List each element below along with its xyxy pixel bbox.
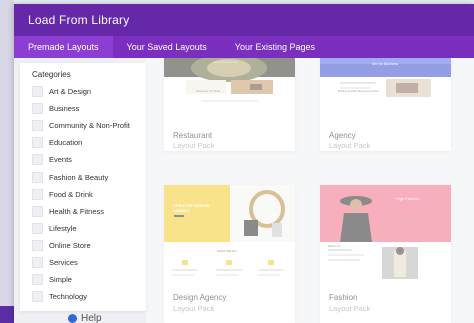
layout-type: Layout Pack <box>329 304 371 313</box>
design-agency-thumbnail-image <box>164 185 295 286</box>
category-label: Simple <box>49 275 72 285</box>
thumbnail-heading: High Fashion <box>396 196 420 201</box>
category-checkbox[interactable] <box>32 103 43 115</box>
category-events[interactable]: Events <box>32 151 146 168</box>
layout-name: Agency <box>329 131 356 140</box>
category-label: Events <box>49 155 72 165</box>
thumbnail-subheading: About Us <box>328 244 341 248</box>
help-label: Help <box>81 313 102 323</box>
category-label: Food & Drink <box>49 189 93 199</box>
category-community-non-profit[interactable]: Community & Non-Profit <box>32 117 146 134</box>
category-label: Business <box>49 104 80 114</box>
category-checkbox[interactable] <box>32 239 43 251</box>
thumbnail-subheading: Welcome To Stark <box>196 89 221 93</box>
layout-name: Design Agency <box>173 293 227 302</box>
category-checkbox[interactable] <box>32 188 43 200</box>
thumbnail-subheading: Building Scalable Businesses Online <box>338 90 379 93</box>
category-online-store[interactable]: Online Store <box>32 237 146 254</box>
category-services[interactable]: Services <box>32 254 146 271</box>
category-label: Online Store <box>49 240 91 250</box>
layout-thumbnail: CREATIVE DESIGN AGENCY WHAT WE DO <box>164 185 295 286</box>
category-label: Fashion & Beauty <box>49 172 109 182</box>
category-checkbox[interactable] <box>32 86 43 98</box>
category-health-fitness[interactable]: Health & Fitness <box>32 203 146 220</box>
category-lifestyle[interactable]: Lifestyle <box>32 220 146 237</box>
category-label: Lifestyle <box>49 223 77 233</box>
category-label: Health & Fitness <box>49 206 105 216</box>
help-button[interactable]: Help <box>68 313 102 323</box>
layout-card-fashion[interactable]: High Fashion About Us Fashion Layout Pac… <box>320 185 451 323</box>
library-content: Only Quality Food Welcome To Stark Resta… <box>14 58 474 323</box>
thumbnail-heading: Divi for Business <box>372 62 399 66</box>
layout-card-agency[interactable]: Divi for Business Building Scalable Busi… <box>320 58 451 151</box>
layout-card-restaurant[interactable]: Only Quality Food Welcome To Stark Resta… <box>164 58 295 151</box>
category-checkbox[interactable] <box>32 154 43 166</box>
category-art-design[interactable]: Art & Design <box>32 83 146 100</box>
category-checkbox[interactable] <box>32 291 43 303</box>
category-checkbox[interactable] <box>32 137 43 149</box>
layout-type: Layout Pack <box>329 141 371 150</box>
categories-panel: Categories Art & Design Business Communi… <box>20 63 146 311</box>
category-checkbox[interactable] <box>32 120 43 132</box>
tab-premade-layouts[interactable]: Premade Layouts <box>14 36 113 58</box>
category-checkbox[interactable] <box>32 274 43 286</box>
category-checkbox[interactable] <box>32 205 43 217</box>
layout-card-design-agency[interactable]: CREATIVE DESIGN AGENCY WHAT WE DO Design… <box>164 185 295 323</box>
layout-name: Fashion <box>329 293 358 302</box>
category-checkbox[interactable] <box>32 222 43 234</box>
modal-title: Load From Library <box>14 4 474 36</box>
category-label: Education <box>49 138 83 148</box>
category-label: Art & Design <box>49 87 92 97</box>
library-modal: Load From Library Premade Layouts Your S… <box>14 4 474 323</box>
tab-existing-pages[interactable]: Your Existing Pages <box>221 36 329 58</box>
tab-saved-layouts[interactable]: Your Saved Layouts <box>113 36 221 58</box>
layout-name: Restaurant <box>173 131 213 140</box>
thumbnail-subheading: WHAT WE DO <box>217 249 237 253</box>
layout-type: Layout Pack <box>173 141 215 150</box>
layout-thumbnail: Only Quality Food Welcome To Stark <box>164 58 295 104</box>
categories-title: Categories <box>32 70 71 79</box>
layout-thumbnail: Divi for Business Building Scalable Busi… <box>320 58 451 104</box>
category-checkbox[interactable] <box>32 171 43 183</box>
layout-type: Layout Pack <box>173 304 215 313</box>
restaurant-thumbnail-image <box>164 58 295 104</box>
category-technology[interactable]: Technology <box>32 288 146 305</box>
category-business[interactable]: Business <box>32 100 146 117</box>
category-simple[interactable]: Simple <box>32 271 146 288</box>
fashion-thumbnail-image <box>320 185 451 286</box>
modal-tabs: Premade Layouts Your Saved Layouts Your … <box>14 36 474 58</box>
category-checkbox[interactable] <box>32 256 43 268</box>
category-food-drink[interactable]: Food & Drink <box>32 186 146 203</box>
page-edge-accent <box>0 306 14 323</box>
thumbnail-heading: CREATIVE DESIGN AGENCY <box>173 203 210 213</box>
category-label: Services <box>49 257 78 267</box>
layout-thumbnail: High Fashion About Us <box>320 185 451 286</box>
category-label: Technology <box>49 292 87 302</box>
category-fashion-beauty[interactable]: Fashion & Beauty <box>32 168 146 185</box>
thumbnail-heading: Only Quality Food <box>214 60 239 64</box>
page-left-edge <box>0 0 14 323</box>
category-label: Community & Non-Profit <box>49 121 130 131</box>
help-icon <box>68 314 77 323</box>
category-education[interactable]: Education <box>32 134 146 151</box>
